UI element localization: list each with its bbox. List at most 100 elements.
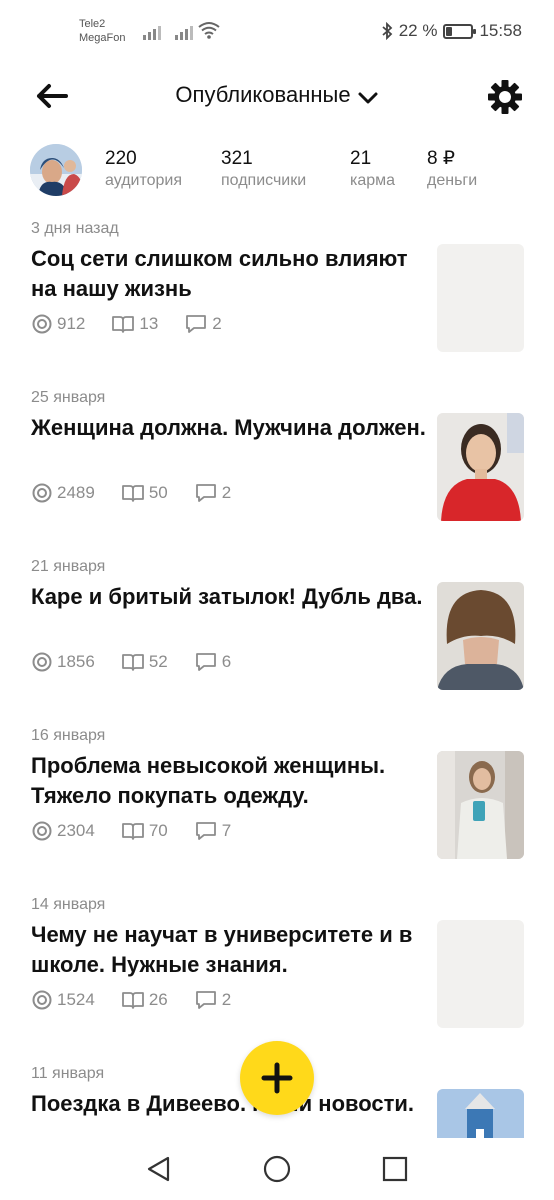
stat-audience: 220 аудитория bbox=[105, 148, 182, 192]
carrier-info: Tele2 MegaFon bbox=[79, 17, 125, 45]
views-stat: 912 bbox=[31, 313, 85, 335]
reads-stat: 50 bbox=[121, 483, 168, 503]
article-thumbnail[interactable] bbox=[437, 244, 524, 352]
comments-count: 6 bbox=[221, 652, 232, 671]
article-date: 14 января bbox=[31, 896, 106, 913]
signal-icon bbox=[143, 22, 161, 40]
haircut-back-image bbox=[437, 582, 524, 690]
carrier-1: Tele2 bbox=[79, 18, 106, 30]
reads-count: 70 bbox=[148, 821, 168, 840]
stat-label: подписчики bbox=[221, 172, 307, 189]
eye-icon bbox=[32, 483, 52, 503]
article-date: 3 дня назад bbox=[31, 220, 119, 237]
article-thumbnail[interactable] bbox=[437, 920, 524, 1028]
gear-icon bbox=[488, 80, 522, 114]
comments-stat: 6 bbox=[194, 651, 231, 673]
reads-stat: 13 bbox=[111, 314, 158, 334]
battery-percent: 22 % bbox=[398, 21, 438, 40]
woman-red-shirt-image bbox=[437, 413, 524, 521]
views-count: 1524 bbox=[57, 990, 95, 1009]
avatar-image bbox=[30, 144, 82, 196]
stat-label: деньги bbox=[427, 172, 478, 189]
nav-home-button[interactable] bbox=[262, 1154, 292, 1184]
article-date: 11 января bbox=[31, 1065, 105, 1082]
stat-value: 220 bbox=[105, 148, 137, 169]
nav-back-button[interactable] bbox=[144, 1154, 174, 1184]
settings-button[interactable] bbox=[486, 78, 524, 116]
article-title[interactable]: Женщина должна. Мужчина должен. bbox=[31, 413, 431, 443]
reads-count: 52 bbox=[148, 652, 168, 671]
article-title[interactable]: Проблема невысокой женщины. Тяжело покуп… bbox=[31, 751, 431, 811]
stat-money[interactable]: 8 ₽ деньги bbox=[427, 148, 477, 192]
eye-icon bbox=[32, 990, 52, 1010]
comments-count: 2 bbox=[221, 990, 232, 1009]
article-card[interactable]: 25 января Женщина должна. Мужчина должен… bbox=[0, 379, 554, 548]
status-bar: Tele2 MegaFon 22 % 15:58 bbox=[0, 0, 554, 64]
book-icon bbox=[121, 823, 144, 840]
stat-label: аудитория bbox=[105, 172, 183, 189]
article-thumbnail[interactable] bbox=[437, 1089, 524, 1140]
views-stat: 2304 bbox=[31, 820, 95, 842]
comments-count: 7 bbox=[221, 821, 232, 840]
comment-icon bbox=[186, 315, 207, 333]
book-icon bbox=[121, 654, 144, 671]
comment-icon bbox=[195, 991, 216, 1009]
comments-stat: 7 bbox=[194, 820, 231, 842]
views-count: 2489 bbox=[57, 483, 95, 502]
article-title[interactable]: Чему не научат в университете и в школе.… bbox=[31, 920, 431, 980]
article-card[interactable]: 16 января Проблема невысокой женщины. Тя… bbox=[0, 717, 554, 886]
carrier-2: MegaFon bbox=[79, 32, 126, 44]
article-feed: 3 дня назад Соц сети слишком сильно влия… bbox=[0, 210, 554, 1140]
status-right: 22 % 15:58 bbox=[381, 21, 522, 41]
comment-icon bbox=[195, 484, 216, 502]
views-stat: 1524 bbox=[31, 989, 95, 1011]
reads-stat: 26 bbox=[121, 990, 168, 1010]
wifi-icon bbox=[198, 22, 220, 39]
comment-icon bbox=[195, 822, 216, 840]
nav-recents-button[interactable] bbox=[380, 1154, 410, 1184]
filter-dropdown[interactable]: Опубликованные bbox=[0, 82, 554, 108]
book-icon bbox=[121, 992, 144, 1009]
eye-icon bbox=[32, 821, 52, 841]
create-post-button[interactable] bbox=[240, 1041, 314, 1115]
article-card[interactable]: 14 января Чему не научат в университете … bbox=[0, 886, 554, 1055]
article-thumbnail[interactable] bbox=[437, 582, 524, 690]
comments-count: 2 bbox=[221, 483, 232, 502]
article-stats: 2304 70 7 bbox=[31, 820, 257, 842]
article-thumbnail[interactable] bbox=[437, 413, 524, 521]
views-stat: 1856 bbox=[31, 651, 95, 673]
article-title[interactable]: Поездка в Дивеево. Наши новости. bbox=[31, 1089, 431, 1119]
plus-icon bbox=[261, 1062, 293, 1094]
avatar[interactable] bbox=[30, 144, 82, 196]
article-card[interactable]: 3 дня назад Соц сети слишком сильно влия… bbox=[0, 210, 554, 379]
app-header: Опубликованные bbox=[0, 64, 554, 130]
square-recents-icon bbox=[382, 1156, 408, 1182]
article-stats: 912 13 2 bbox=[31, 313, 248, 335]
book-icon bbox=[121, 485, 144, 502]
system-nav-bar bbox=[0, 1138, 554, 1200]
article-thumbnail[interactable] bbox=[437, 751, 524, 859]
article-stats: 2489 50 2 bbox=[31, 482, 257, 504]
profile-stats: 220 аудитория 321 подписчики 21 карма 8 … bbox=[0, 144, 554, 200]
blue-building-image bbox=[437, 1089, 524, 1140]
reads-count: 13 bbox=[139, 314, 159, 333]
reads-stat: 52 bbox=[121, 652, 168, 672]
eye-icon bbox=[32, 314, 52, 334]
article-title[interactable]: Каре и бритый затылок! Дубль два. bbox=[31, 582, 431, 612]
article-title[interactable]: Соц сети слишком сильно влияют на нашу ж… bbox=[31, 244, 431, 304]
stat-subscribers[interactable]: 321 подписчики bbox=[221, 148, 306, 192]
article-date: 25 января bbox=[31, 389, 106, 406]
eye-icon bbox=[32, 652, 52, 672]
article-date: 21 января bbox=[31, 558, 106, 575]
article-date: 16 января bbox=[31, 727, 106, 744]
article-card[interactable]: 21 января Каре и бритый затылок! Дубль д… bbox=[0, 548, 554, 717]
reads-count: 26 bbox=[148, 990, 168, 1009]
reads-count: 50 bbox=[148, 483, 168, 502]
views-count: 1856 bbox=[57, 652, 95, 671]
stat-karma[interactable]: 21 карма bbox=[350, 148, 395, 192]
book-icon bbox=[112, 316, 135, 333]
comments-stat: 2 bbox=[194, 482, 231, 504]
chevron-down-icon bbox=[358, 92, 378, 104]
comments-stat: 2 bbox=[184, 313, 222, 335]
views-count: 912 bbox=[57, 314, 86, 333]
